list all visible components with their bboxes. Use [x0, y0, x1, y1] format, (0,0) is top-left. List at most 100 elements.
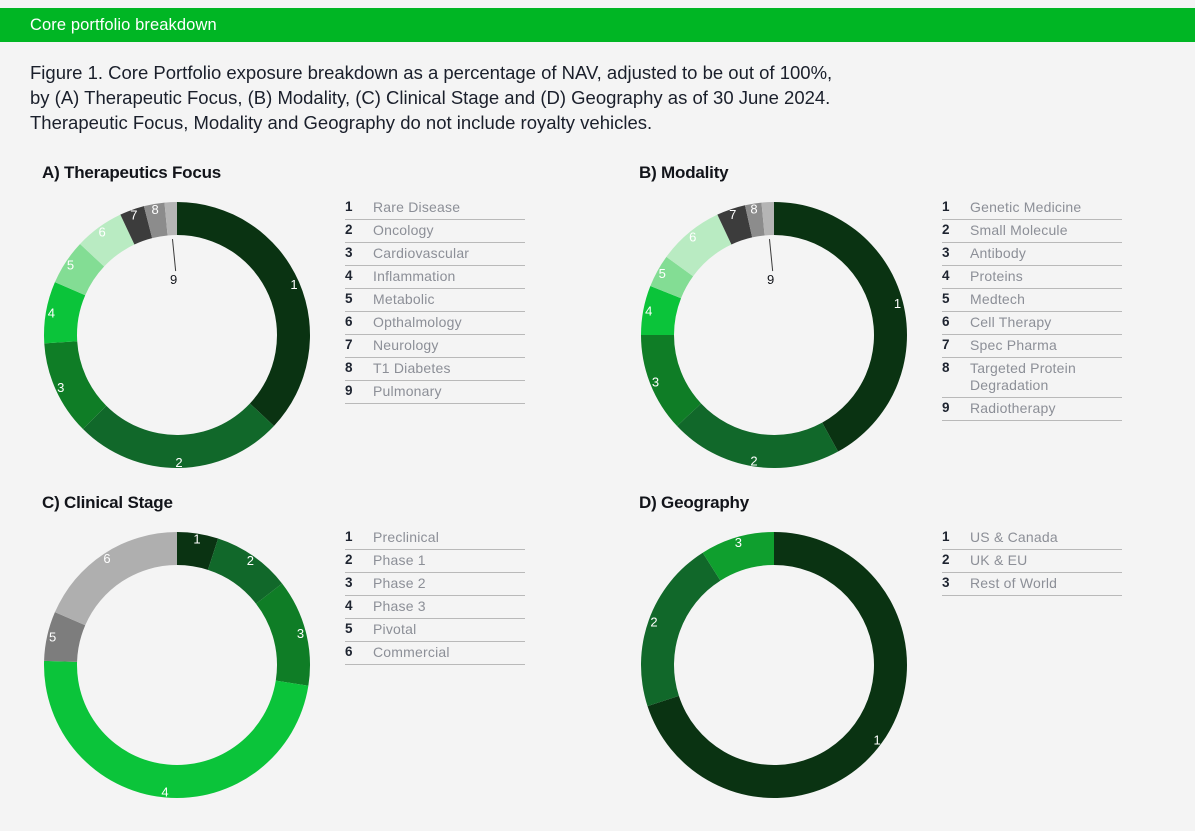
legend-number: 9 — [942, 400, 950, 415]
legend-number: 8 — [942, 360, 950, 375]
donut-slice-label: 1 — [874, 732, 881, 747]
legend-clinical-stage: 1 Preclinical 2 Phase 1 3 Phase 2 4 Phase 3 5 Piv… — [345, 527, 525, 665]
legend-label: Inflammation — [373, 268, 456, 284]
legend-number: 3 — [942, 575, 950, 590]
legend-row: 9 Pulmonary — [345, 381, 525, 404]
legend-row: 2 Phase 1 — [345, 550, 525, 573]
legend-row: 3 Antibody — [942, 243, 1122, 266]
chart-title-modality: B) Modality — [639, 163, 729, 182]
legend-row: 6 Cell Therapy — [942, 312, 1122, 335]
donut-slice-label: 1 — [290, 277, 297, 292]
chart-title-geography: D) Geography — [639, 493, 750, 512]
legend-row: 2 UK & EU — [942, 550, 1122, 573]
donut-slice-label: 4 — [48, 306, 55, 321]
legend-number: 5 — [345, 291, 353, 306]
legend-number: 3 — [345, 575, 353, 590]
legend-row: 7 Neurology — [345, 335, 525, 358]
donut-slice — [54, 532, 177, 626]
chart-title-clinical-stage: C) Clinical Stage — [42, 493, 173, 512]
legend-label: Pulmonary — [373, 383, 442, 399]
donut-slice — [774, 202, 908, 452]
legend-label: Targeted Protein Degradation — [970, 360, 1076, 393]
legend-row: 1 Preclinical — [345, 527, 525, 550]
donut-chart-modality: 1 2 3 4 5 6 78 9 — [629, 190, 919, 480]
callout-leader-line — [171, 239, 177, 272]
legend-label: Metabolic — [373, 291, 435, 307]
legend-row: 8 T1 Diabetes — [345, 358, 525, 381]
donut-slice-label: 6 — [103, 551, 110, 566]
legend-label: Phase 2 — [373, 575, 426, 591]
caption-line-1: Figure 1. Core Portfolio exposure breakd… — [30, 62, 833, 83]
legend-label: Antibody — [970, 245, 1027, 261]
legend-row: 2 Small Molecule — [942, 220, 1122, 243]
donut-chart-therapeutics-focus: 1 2 3 4 5 6 78 9 — [32, 190, 322, 480]
legend-row: 4 Proteins — [942, 266, 1122, 289]
donut-slice-label: 9 — [170, 272, 177, 287]
chart-cell-clinical-stage: C) Clinical Stage 1 2 3 4 5 6 1 Preclinical 2 Phas… — [0, 485, 597, 815]
legend-number: 1 — [942, 199, 950, 214]
donut-slice-label: 7 — [729, 207, 736, 222]
legend-label: T1 Diabetes — [373, 360, 451, 376]
donut-slice-label: 3 — [57, 380, 64, 395]
figure-page: Core portfolio breakdown Figure 1. Core … — [0, 0, 1195, 831]
legend-label: Cardiovascular — [373, 245, 470, 261]
legend-number: 7 — [345, 337, 353, 352]
caption-line-2: by (A) Therapeutic Focus, (B) Modality, … — [30, 87, 831, 108]
legend-row: 5 Pivotal — [345, 619, 525, 642]
donut-slice-label: 1 — [193, 532, 200, 547]
legend-row: 4 Phase 3 — [345, 596, 525, 619]
donut-slice — [44, 660, 309, 799]
legend-label: UK & EU — [970, 552, 1028, 568]
section-header-bar: Core portfolio breakdown — [0, 8, 1195, 42]
legend-row: 6 Commercial — [345, 642, 525, 665]
legend-modality: 1 Genetic Medicine 2 Small Molecule 3 Antibod… — [942, 197, 1122, 421]
donut-slice-label: 3 — [735, 535, 742, 550]
legend-number: 9 — [345, 383, 353, 398]
donut-slice — [641, 552, 721, 707]
chart-title-therapeutics-focus: A) Therapeutics Focus — [42, 163, 222, 182]
legend-label: Rest of World — [970, 575, 1058, 591]
caption-line-3: Therapeutic Focus, Modality and Geograph… — [30, 112, 653, 133]
donut-slice-label: 8 — [750, 202, 757, 217]
legend-label: Proteins — [970, 268, 1023, 284]
donut-slice-label: 4 — [645, 304, 652, 319]
legend-label: Rare Disease — [373, 199, 461, 215]
donut-slice-label: 1 — [894, 296, 901, 311]
figure-caption: Figure 1. Core Portfolio exposure breakd… — [30, 60, 1170, 135]
chart-row: A) Therapeutics Focus 1 2 3 4 5 6 7 8 9 1 Rare Dise… — [0, 155, 1195, 485]
legend-therapeutics-focus: 1 Rare Disease 2 Oncology 3 Cardiovascular 4 In… — [345, 197, 525, 404]
legend-label: Neurology — [373, 337, 439, 353]
legend-number: 6 — [942, 314, 950, 329]
legend-number: 5 — [345, 621, 353, 636]
donut-chart-geography: 1 2 3 — [629, 520, 919, 810]
legend-number: 6 — [345, 644, 353, 659]
donut-slice-label: 3 — [297, 626, 304, 641]
legend-label: Phase 3 — [373, 598, 426, 614]
legend-row: 1 Rare Disease — [345, 197, 525, 220]
donut-slice-label: 9 — [767, 272, 774, 287]
chart-cell-modality: B) Modality 1 2 3 4 5 6 7 8 9 1 Genetic Medicine 2 Sm… — [597, 155, 1194, 485]
legend-row: 5 Medtech — [942, 289, 1122, 312]
donut-slice-label: 2 — [175, 455, 182, 470]
donut-slice-label: 5 — [49, 630, 56, 645]
legend-number: 7 — [942, 337, 950, 352]
donut-slice-label: 3 — [652, 374, 659, 389]
legend-geography: 1 US & Canada 2 UK & EU 3 Rest of World — [942, 527, 1122, 596]
legend-label: Pivotal — [373, 621, 417, 637]
legend-label: Genetic Medicine — [970, 199, 1082, 215]
donut-slice-label: 2 — [650, 614, 657, 629]
legend-row: 1 Genetic Medicine — [942, 197, 1122, 220]
legend-label: Opthalmology — [373, 314, 462, 330]
legend-row: 9 Radiotherapy — [942, 398, 1122, 421]
legend-row: 5 Metabolic — [345, 289, 525, 312]
legend-label: Small Molecule — [970, 222, 1068, 238]
legend-label: Spec Pharma — [970, 337, 1058, 353]
donut-slice-label: 8 — [151, 202, 158, 217]
legend-number: 6 — [345, 314, 353, 329]
legend-label: Commercial — [373, 644, 450, 660]
legend-number: 4 — [942, 268, 950, 283]
section-header-title: Core portfolio breakdown — [30, 15, 217, 34]
legend-label: Preclinical — [373, 529, 439, 545]
charts-grid: A) Therapeutics Focus 1 2 3 4 5 6 7 8 9 1 Rare Dise… — [0, 155, 1195, 815]
legend-number: 2 — [345, 552, 353, 567]
